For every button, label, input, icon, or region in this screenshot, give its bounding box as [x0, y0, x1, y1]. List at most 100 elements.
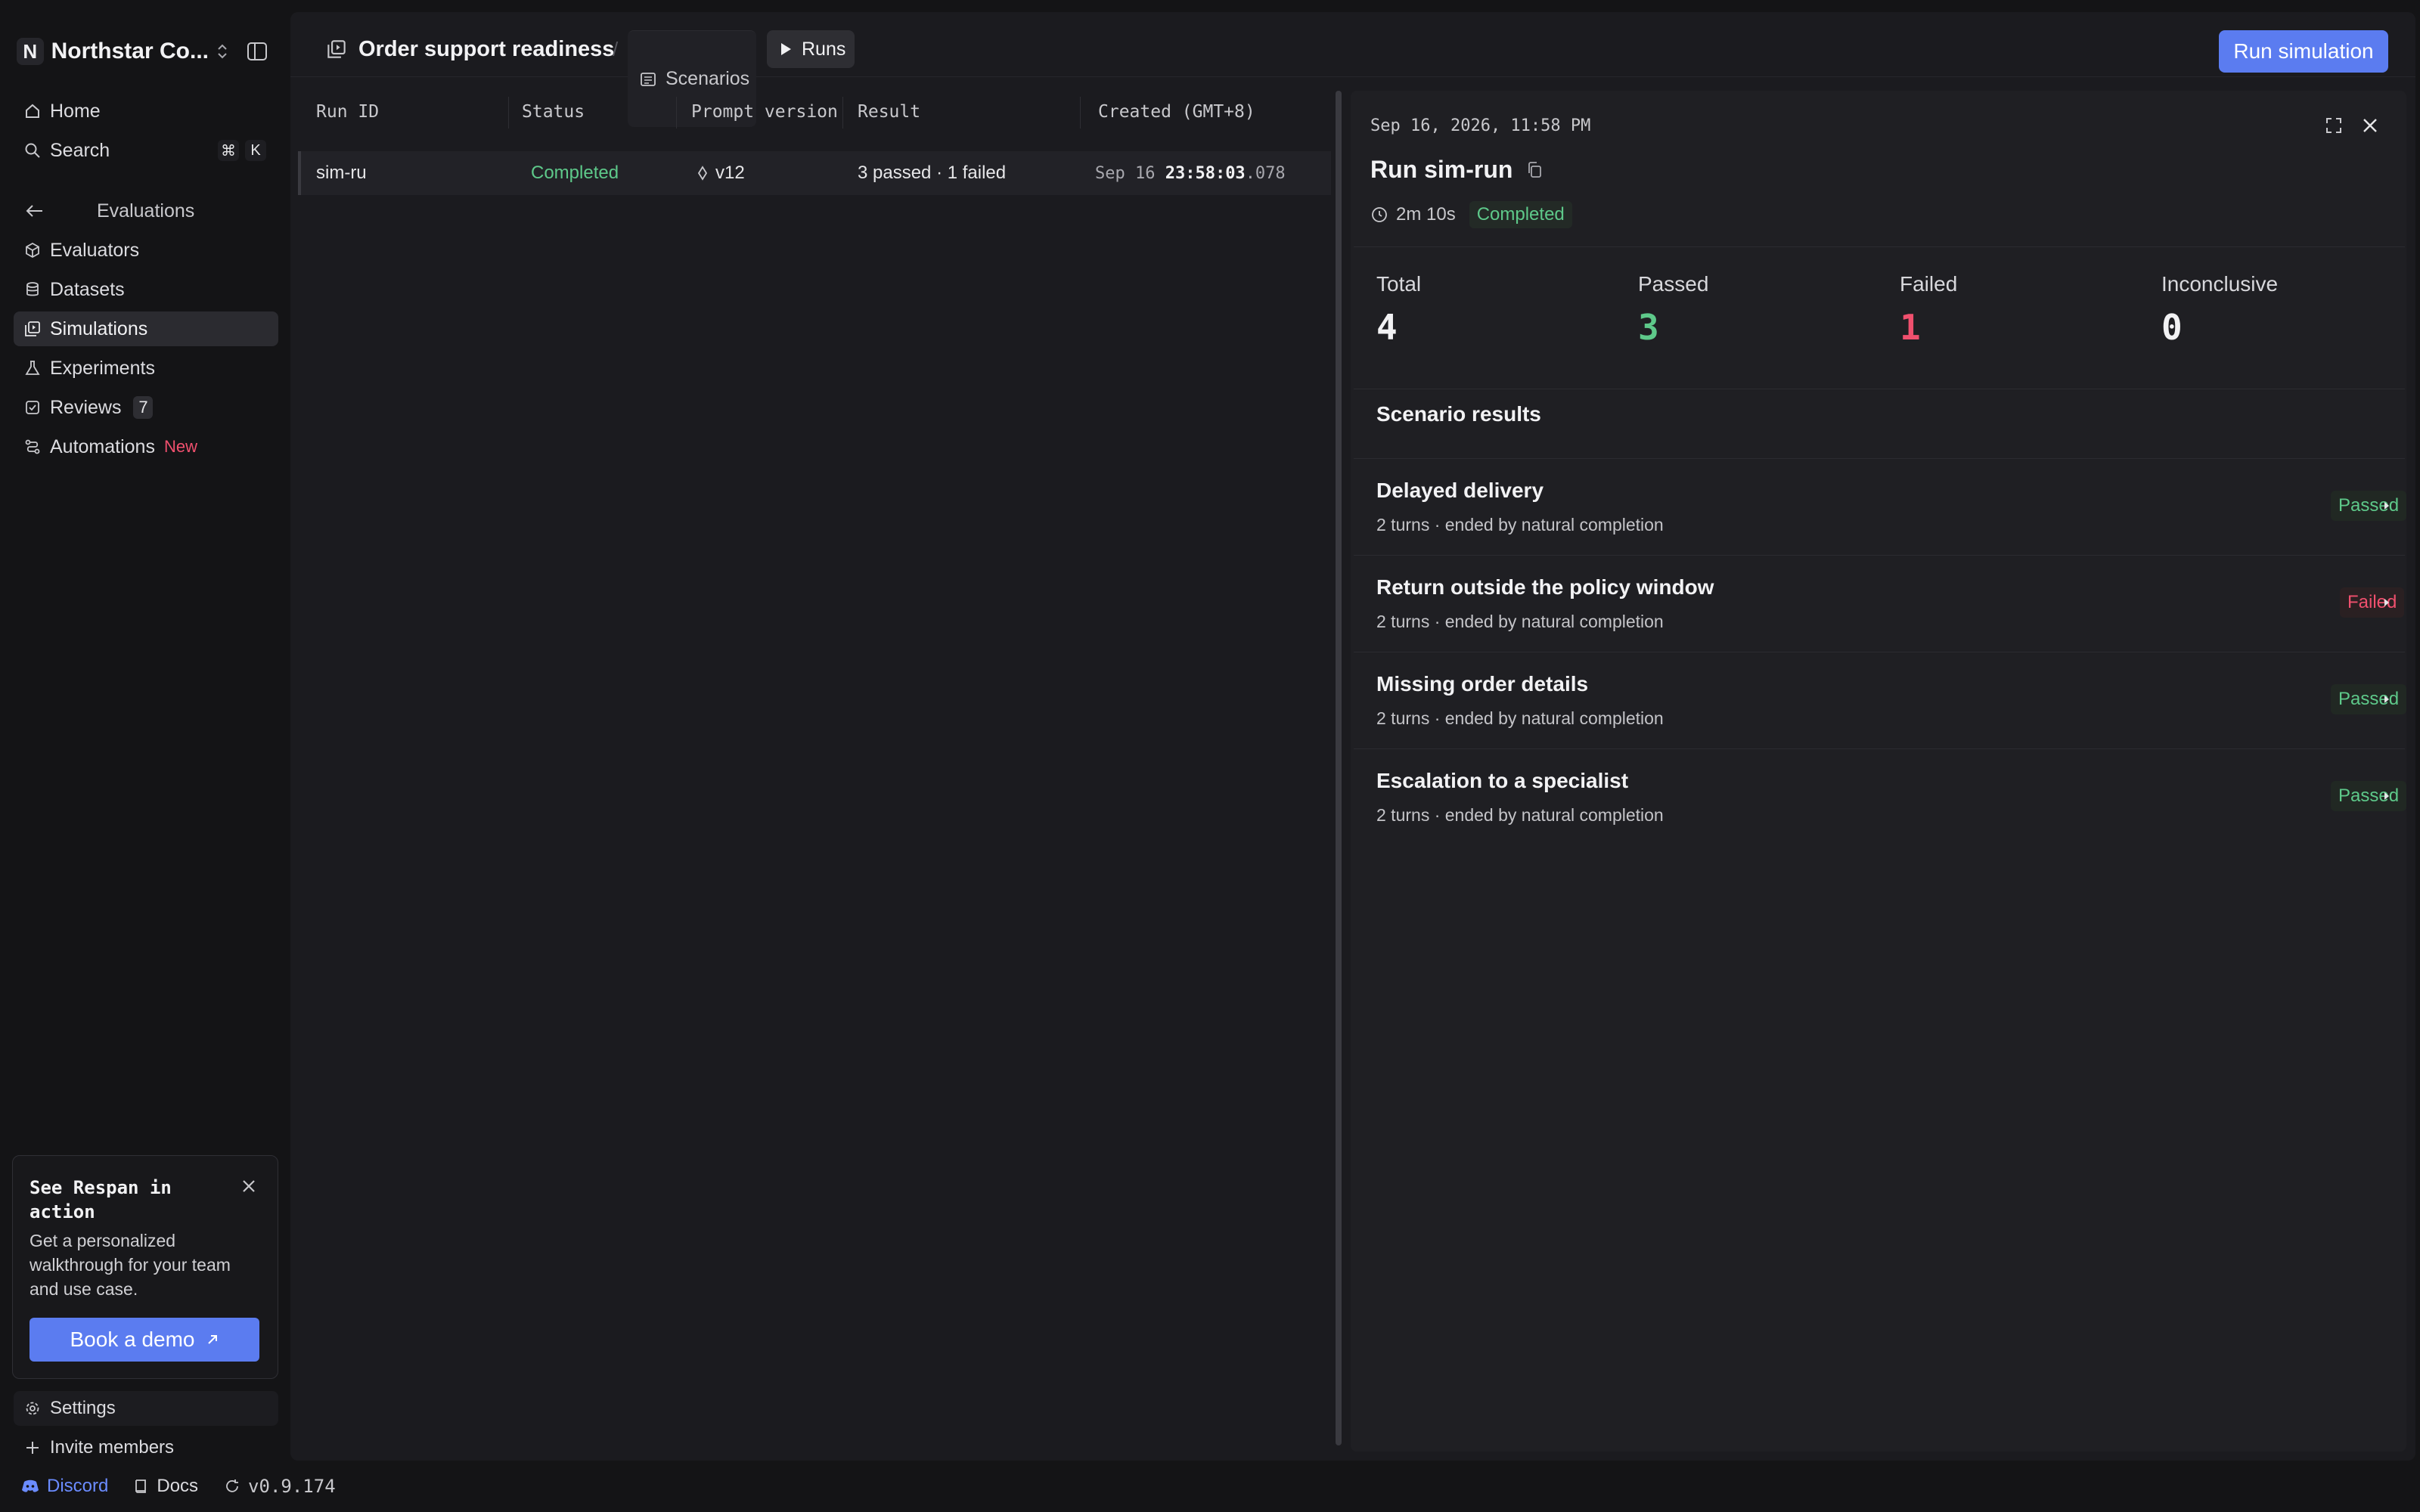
run-title-text: Run sim-run: [1370, 156, 1513, 183]
stat-label: Total: [1376, 272, 1422, 296]
list-icon: [640, 71, 656, 88]
table-row[interactable]: sim-ru Completed v12 3 passed · 1 failed…: [298, 151, 1331, 195]
new-badge: New: [163, 437, 197, 456]
caret-right-icon[interactable]: [2382, 596, 2391, 609]
play-icon: [779, 42, 793, 57]
close-icon[interactable]: [2361, 116, 2379, 135]
back-to-evaluations[interactable]: Evaluations: [14, 194, 278, 228]
docs-label: Docs: [157, 1476, 199, 1496]
column-header-result[interactable]: Result: [858, 91, 920, 133]
status-badge: Completed: [1469, 201, 1572, 228]
scenario-summary: 2 turns · ended by natural completion: [1376, 805, 1664, 825]
reviews-count-badge: 7: [133, 396, 154, 419]
discord-label: Discord: [47, 1476, 109, 1496]
refresh-icon: [224, 1478, 248, 1495]
panel-resize-handle[interactable]: [1336, 91, 1342, 1445]
scenario-result-badge: Passed: [2331, 684, 2407, 714]
run-detail-panel: Sep 16, 2026, 11:58 PM Run sim-run 2m 10…: [1351, 91, 2407, 1452]
scenario-result-badge: Passed: [2331, 781, 2407, 811]
column-header-status[interactable]: Status: [522, 91, 585, 133]
scenario-result-badge: Passed: [2331, 491, 2407, 521]
copy-icon[interactable]: [1526, 161, 1543, 179]
status-cell: Completed: [531, 163, 619, 183]
run-date: Sep 16, 2026, 11:58 PM: [1370, 116, 1591, 135]
invite-members-button[interactable]: Invite members: [14, 1430, 278, 1465]
scenario-row[interactable]: Missing order details 2 turns · ended by…: [1354, 652, 2407, 748]
run-title: Run sim-run: [1370, 156, 1543, 184]
top-bar: Order support readiness / Scenarios Runs…: [290, 12, 2415, 127]
promo-description: Get a personalized walkthrough for your …: [29, 1231, 231, 1299]
sidebar-item-reviews[interactable]: Reviews 7: [14, 390, 278, 425]
sidebar-item-label: Datasets: [50, 278, 125, 300]
simulations-icon: [327, 39, 346, 59]
nav-search[interactable]: Search ⌘ K: [14, 133, 278, 168]
sidebar-item-simulations[interactable]: Simulations: [14, 311, 278, 346]
caret-right-icon[interactable]: [2382, 790, 2391, 802]
tab-runs[interactable]: Runs: [767, 30, 855, 68]
caret-right-icon[interactable]: [2382, 500, 2391, 512]
sidebar-item-datasets[interactable]: Datasets: [14, 272, 278, 307]
column-divider[interactable]: [842, 97, 843, 129]
discord-icon: [21, 1479, 47, 1494]
scenario-row[interactable]: Delayed delivery 2 turns · ended by natu…: [1354, 458, 2407, 555]
runs-table: Run ID Status Prompt version Result Crea…: [298, 91, 1331, 1458]
stat-label: Passed: [1638, 272, 1709, 296]
book-icon: [134, 1478, 157, 1495]
scenario-name: Escalation to a specialist: [1376, 769, 1629, 792]
created-ms: .078: [1245, 163, 1286, 183]
book-demo-label: Book a demo: [70, 1328, 195, 1351]
sidebar-item-experiments[interactable]: Experiments: [14, 351, 278, 386]
scenario-name: Return outside the policy window: [1376, 575, 1714, 599]
column-divider[interactable]: [676, 97, 677, 129]
tab-runs-label: Runs: [802, 38, 846, 60]
sidebar-item-evaluators[interactable]: Evaluators: [14, 233, 278, 268]
divider: [1354, 246, 2405, 247]
run-id-cell: sim-ru: [316, 163, 367, 183]
created-time: 23:58:03: [1165, 163, 1246, 183]
sidebar-item-settings[interactable]: Settings: [14, 1391, 278, 1426]
version-diamond-icon: [697, 166, 708, 181]
stat-value: 1: [1900, 307, 1921, 348]
database-icon: [24, 281, 50, 298]
run-simulation-button[interactable]: Run simulation: [2219, 30, 2388, 73]
simulations-icon: [24, 321, 50, 337]
column-header-created[interactable]: Created (GMT+8): [1098, 91, 1255, 133]
nav-home[interactable]: Home: [14, 94, 278, 129]
close-icon[interactable]: [240, 1177, 258, 1195]
stat-value: 4: [1376, 307, 1398, 348]
page-title[interactable]: Order support readiness: [358, 37, 614, 62]
created-date: Sep 16: [1095, 163, 1165, 183]
column-divider[interactable]: [508, 97, 509, 129]
stat-passed: Passed 3: [1638, 272, 1708, 348]
sidebar-item-label: Automations: [50, 435, 155, 457]
scenario-name: Missing order details: [1376, 672, 1589, 696]
tab-scenarios-label: Scenarios: [666, 68, 750, 89]
arrow-left-icon: [24, 203, 44, 219]
discord-link[interactable]: Discord: [21, 1476, 108, 1497]
book-demo-button[interactable]: Book a demo: [29, 1318, 259, 1362]
expand-icon[interactable]: [2325, 116, 2343, 135]
column-header-prompt-version[interactable]: Prompt version: [691, 91, 838, 133]
workspace-switcher[interactable]: N Northstar Co...: [17, 35, 228, 68]
prompt-version-cell: v12: [697, 151, 745, 195]
checkbox-icon: [24, 399, 50, 416]
version-label: v0.9.174: [248, 1476, 336, 1497]
created-cell: Sep 16 23:58:03 .078: [1095, 151, 1286, 195]
scenario-row[interactable]: Return outside the policy window 2 turns…: [1354, 555, 2405, 652]
version-indicator[interactable]: v0.9.174: [224, 1476, 336, 1497]
stat-value: 3: [1638, 307, 1659, 348]
search-shortcut: ⌘ K: [218, 140, 266, 161]
scenario-row[interactable]: Escalation to a specialist 2 turns · end…: [1354, 748, 2407, 845]
breadcrumb-separator: /: [613, 38, 619, 60]
stat-total: Total 4: [1376, 272, 1421, 348]
search-icon: [24, 142, 50, 159]
sidebar-item-automations[interactable]: Automations New: [14, 429, 278, 464]
stat-label: Failed: [1900, 272, 1958, 296]
caret-right-icon[interactable]: [2382, 693, 2391, 705]
column-divider[interactable]: [1080, 97, 1081, 129]
nav-search-label: Search: [50, 139, 110, 161]
docs-link[interactable]: Docs: [134, 1476, 198, 1497]
sidebar-item-label: Experiments: [50, 357, 155, 379]
sidebar-toggle-icon[interactable]: [244, 38, 271, 65]
column-header-run-id[interactable]: Run ID: [316, 91, 379, 133]
